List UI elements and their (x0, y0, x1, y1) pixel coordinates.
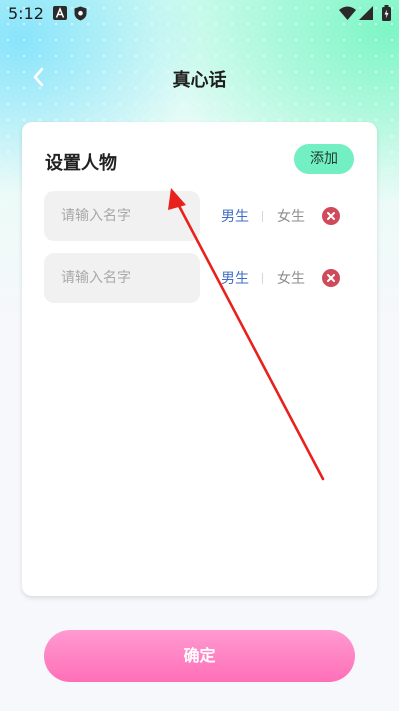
card-title: 设置人物 (45, 153, 117, 174)
gender-female-option[interactable]: 女生 (277, 206, 305, 226)
wifi-icon (339, 6, 356, 20)
add-button[interactable]: 添加 (294, 144, 354, 174)
character-settings-card: 设置人物 添加 男生 女生 男生 女生 (22, 122, 377, 596)
page-title: 真心话 (172, 70, 227, 91)
shield-icon (74, 6, 87, 21)
name-input[interactable] (44, 191, 200, 241)
signal-icon (359, 6, 373, 20)
gender-female-option[interactable]: 女生 (277, 268, 305, 288)
gender-male-option[interactable]: 男生 (221, 268, 249, 288)
character-row: 男生 女生 (44, 253, 364, 303)
battery-icon (382, 5, 391, 21)
delete-icon[interactable] (322, 207, 340, 225)
gender-divider (262, 211, 263, 222)
confirm-button[interactable]: 确定 (44, 630, 355, 682)
status-time: 5:12 (8, 4, 44, 23)
gender-divider (262, 273, 263, 284)
gender-male-option[interactable]: 男生 (221, 206, 249, 226)
character-row: 男生 女生 (44, 191, 364, 241)
navigation-bar: 真心话 (0, 56, 399, 100)
android-a-icon (53, 6, 67, 20)
name-input[interactable] (44, 253, 200, 303)
delete-icon[interactable] (322, 269, 340, 287)
status-bar: 5:12 (0, 0, 399, 28)
